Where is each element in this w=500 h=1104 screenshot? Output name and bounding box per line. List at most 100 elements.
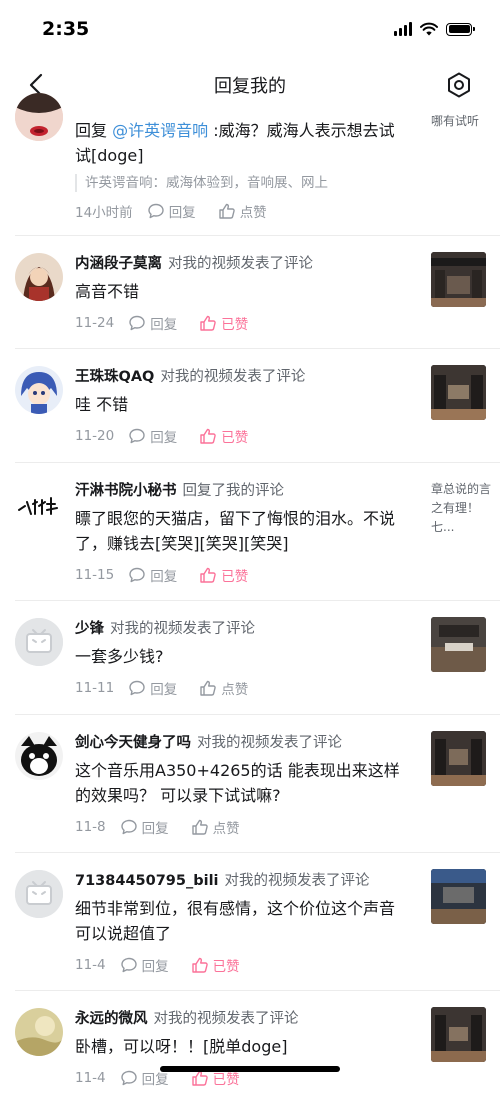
- reply-content: 少锋 对我的视频发表了评论 一套多少钱? 11-11 回复 点赞: [75, 617, 410, 698]
- like-button-active[interactable]: 已赞: [199, 313, 248, 333]
- like-button[interactable]: 点赞: [191, 817, 240, 837]
- comment-icon: [129, 428, 145, 444]
- reply-meta: 11-15 回复 已赞: [75, 565, 410, 585]
- default-avatar-tv-icon: [15, 870, 63, 918]
- cellular-signal-icon: [394, 22, 412, 36]
- reply-meta: 11-4 回复 已赞: [75, 955, 410, 975]
- avatar[interactable]: [15, 1008, 63, 1056]
- video-thumbnail[interactable]: [431, 252, 486, 307]
- reply-date: 11-11: [75, 680, 115, 696]
- list-item[interactable]: 王珠珠QAQ 对我的视频发表了评论 哇 不错 11-20 回复 已赞: [0, 348, 500, 463]
- username[interactable]: 王珠珠QAQ: [75, 369, 154, 385]
- mention-link[interactable]: @许英谔音响: [112, 121, 208, 140]
- reply-button[interactable]: 回复: [128, 426, 177, 446]
- avatar[interactable]: [15, 93, 63, 141]
- reply-button[interactable]: 回复: [120, 817, 169, 837]
- comment-icon: [120, 957, 137, 973]
- reply-text: 瞟了眼您的天猫店，留下了悔恨的泪水。不说了，赚钱去[笑哭][笑哭][笑哭]: [75, 509, 396, 553]
- avatar-image: [15, 93, 63, 141]
- reply-button[interactable]: 回复: [147, 201, 196, 221]
- comment-icon: [120, 1070, 137, 1086]
- username[interactable]: 汗淋书院小秘书: [75, 483, 177, 499]
- avatar[interactable]: [15, 253, 63, 301]
- like-button-active[interactable]: 已赞: [199, 565, 248, 585]
- reply-content: 汗淋书院小秘书 回复了我的评论 瞟了眼您的天猫店，留下了悔恨的泪水。不说了，赚钱去…: [75, 479, 410, 585]
- username[interactable]: 内涵段子莫离: [75, 256, 162, 272]
- reply-date: 11-4: [75, 957, 106, 973]
- list-item[interactable]: 永远的微风 对我的视频发表了评论 卧槽，可以呀！！[脱单doge] 11-4 回复…: [0, 990, 500, 1104]
- comment-icon: [129, 680, 145, 696]
- avatar[interactable]: [15, 732, 63, 780]
- reply-content: 内涵段子莫离 对我的视频发表了评论 高音不错 11-24 回复 已赞: [75, 252, 410, 333]
- username[interactable]: 71384450795_bili: [75, 873, 219, 889]
- thumb-up-icon: [200, 680, 217, 696]
- list-item[interactable]: 剑心今天健身了吗 对我的视频发表了评论 这个音乐用A350+4265的话 能表现出…: [0, 714, 500, 853]
- video-thumbnail[interactable]: [431, 1007, 486, 1062]
- comment-icon: [129, 315, 145, 331]
- like-button-active[interactable]: 已赞: [191, 955, 240, 975]
- status-time: 2:35: [42, 18, 90, 40]
- comment-icon: [129, 567, 145, 583]
- video-thumbnail[interactable]: [431, 365, 486, 420]
- avatar-image: [15, 1008, 63, 1056]
- username[interactable]: 永远的微风: [75, 1011, 148, 1027]
- username[interactable]: 少锋: [75, 621, 104, 637]
- thumb-up-filled-icon: [200, 315, 217, 331]
- list-item[interactable]: 汗淋书院小秘书 回复了我的评论 瞟了眼您的天猫店，留下了悔恨的泪水。不说了，赚钱去…: [0, 462, 500, 601]
- reply-button[interactable]: 回复: [128, 565, 177, 585]
- reply-content: 永远的微风 对我的视频发表了评论 卧槽，可以呀！！[脱单doge] 11-4 回复…: [75, 1007, 410, 1088]
- username[interactable]: 剑心今天健身了吗: [75, 735, 191, 751]
- reply-text: 卧槽，可以呀！！[脱单doge]: [75, 1037, 288, 1056]
- reply-date: 11-20: [75, 428, 115, 444]
- reply-content: 回复 @许英谔音响 :威海？威海人表示想去试试[doge] 许英谔音响：威海体验…: [75, 118, 410, 221]
- reply-meta: 11-11 回复 点赞: [75, 678, 410, 698]
- thumb-up-filled-icon: [191, 957, 208, 973]
- like-button-active[interactable]: 已赞: [199, 426, 248, 446]
- action-text: 对我的视频发表了评论: [168, 256, 313, 272]
- avatar[interactable]: [15, 870, 63, 918]
- reply-text: 高音不错: [75, 282, 140, 301]
- quoted-comment: 许英谔音响：威海体验到，音响展、网上: [75, 174, 410, 192]
- list-item[interactable]: 71384450795_bili 对我的视频发表了评论 细节非常到位，很有感情，这…: [0, 852, 500, 991]
- wifi-icon: [420, 22, 438, 36]
- avatar[interactable]: [15, 618, 63, 666]
- list-item[interactable]: 内涵段子莫离 对我的视频发表了评论 高音不错 11-24 回复 已赞: [0, 235, 500, 349]
- comment-icon: [147, 203, 164, 219]
- reply-text: 回复 @许英谔音响 :威海？威海人表示想去试试[doge]: [75, 121, 395, 165]
- status-bar: 2:35: [0, 0, 500, 60]
- video-thumbnail[interactable]: [431, 617, 486, 672]
- action-text: 回复了我的评论: [182, 483, 285, 499]
- avatar[interactable]: [15, 480, 63, 528]
- reply-content: 剑心今天健身了吗 对我的视频发表了评论 这个音乐用A350+4265的话 能表现出…: [75, 731, 410, 837]
- original-comment-preview[interactable]: 章总说的言之有理！七...: [431, 480, 491, 537]
- comment-icon: [120, 819, 137, 835]
- reply-meta: 11-8 回复 点赞: [75, 817, 410, 837]
- reply-text: 一套多少钱?: [75, 647, 164, 666]
- action-text: 对我的视频发表了评论: [224, 873, 370, 889]
- list-item-top[interactable]: 回复 @许英谔音响 :威海？威海人表示想去试试[doge] 许英谔音响：威海体验…: [0, 78, 500, 236]
- reply-button[interactable]: 回复: [128, 313, 177, 333]
- thumb-up-icon: [218, 203, 235, 219]
- reply-meta: 11-24 回复 已赞: [75, 313, 410, 333]
- avatar-image: [15, 366, 63, 414]
- action-text: 对我的视频发表了评论: [197, 735, 342, 751]
- home-indicator[interactable]: [160, 1066, 340, 1072]
- reply-button[interactable]: 回复: [128, 678, 177, 698]
- reply-content: 71384450795_bili 对我的视频发表了评论 细节非常到位，很有感情，这…: [75, 869, 410, 975]
- avatar-image: [15, 253, 63, 301]
- video-thumbnail[interactable]: [431, 731, 486, 786]
- original-comment-preview[interactable]: 哪有试听: [431, 112, 491, 131]
- like-button[interactable]: 点赞: [218, 201, 267, 221]
- reply-button[interactable]: 回复: [120, 955, 169, 975]
- action-text: 对我的视频发表了评论: [153, 1011, 299, 1027]
- reply-text: 哇 不错: [75, 395, 129, 414]
- list-item[interactable]: 少锋 对我的视频发表了评论 一套多少钱? 11-11 回复 点赞: [0, 600, 500, 715]
- reply-date: 14小时前: [75, 205, 133, 221]
- action-text: 对我的视频发表了评论: [160, 369, 306, 385]
- avatar-image: [15, 480, 63, 528]
- thumb-up-filled-icon: [200, 428, 217, 444]
- default-avatar-tv-icon: [15, 618, 63, 666]
- video-thumbnail[interactable]: [431, 869, 486, 924]
- like-button[interactable]: 点赞: [199, 678, 248, 698]
- avatar[interactable]: [15, 366, 63, 414]
